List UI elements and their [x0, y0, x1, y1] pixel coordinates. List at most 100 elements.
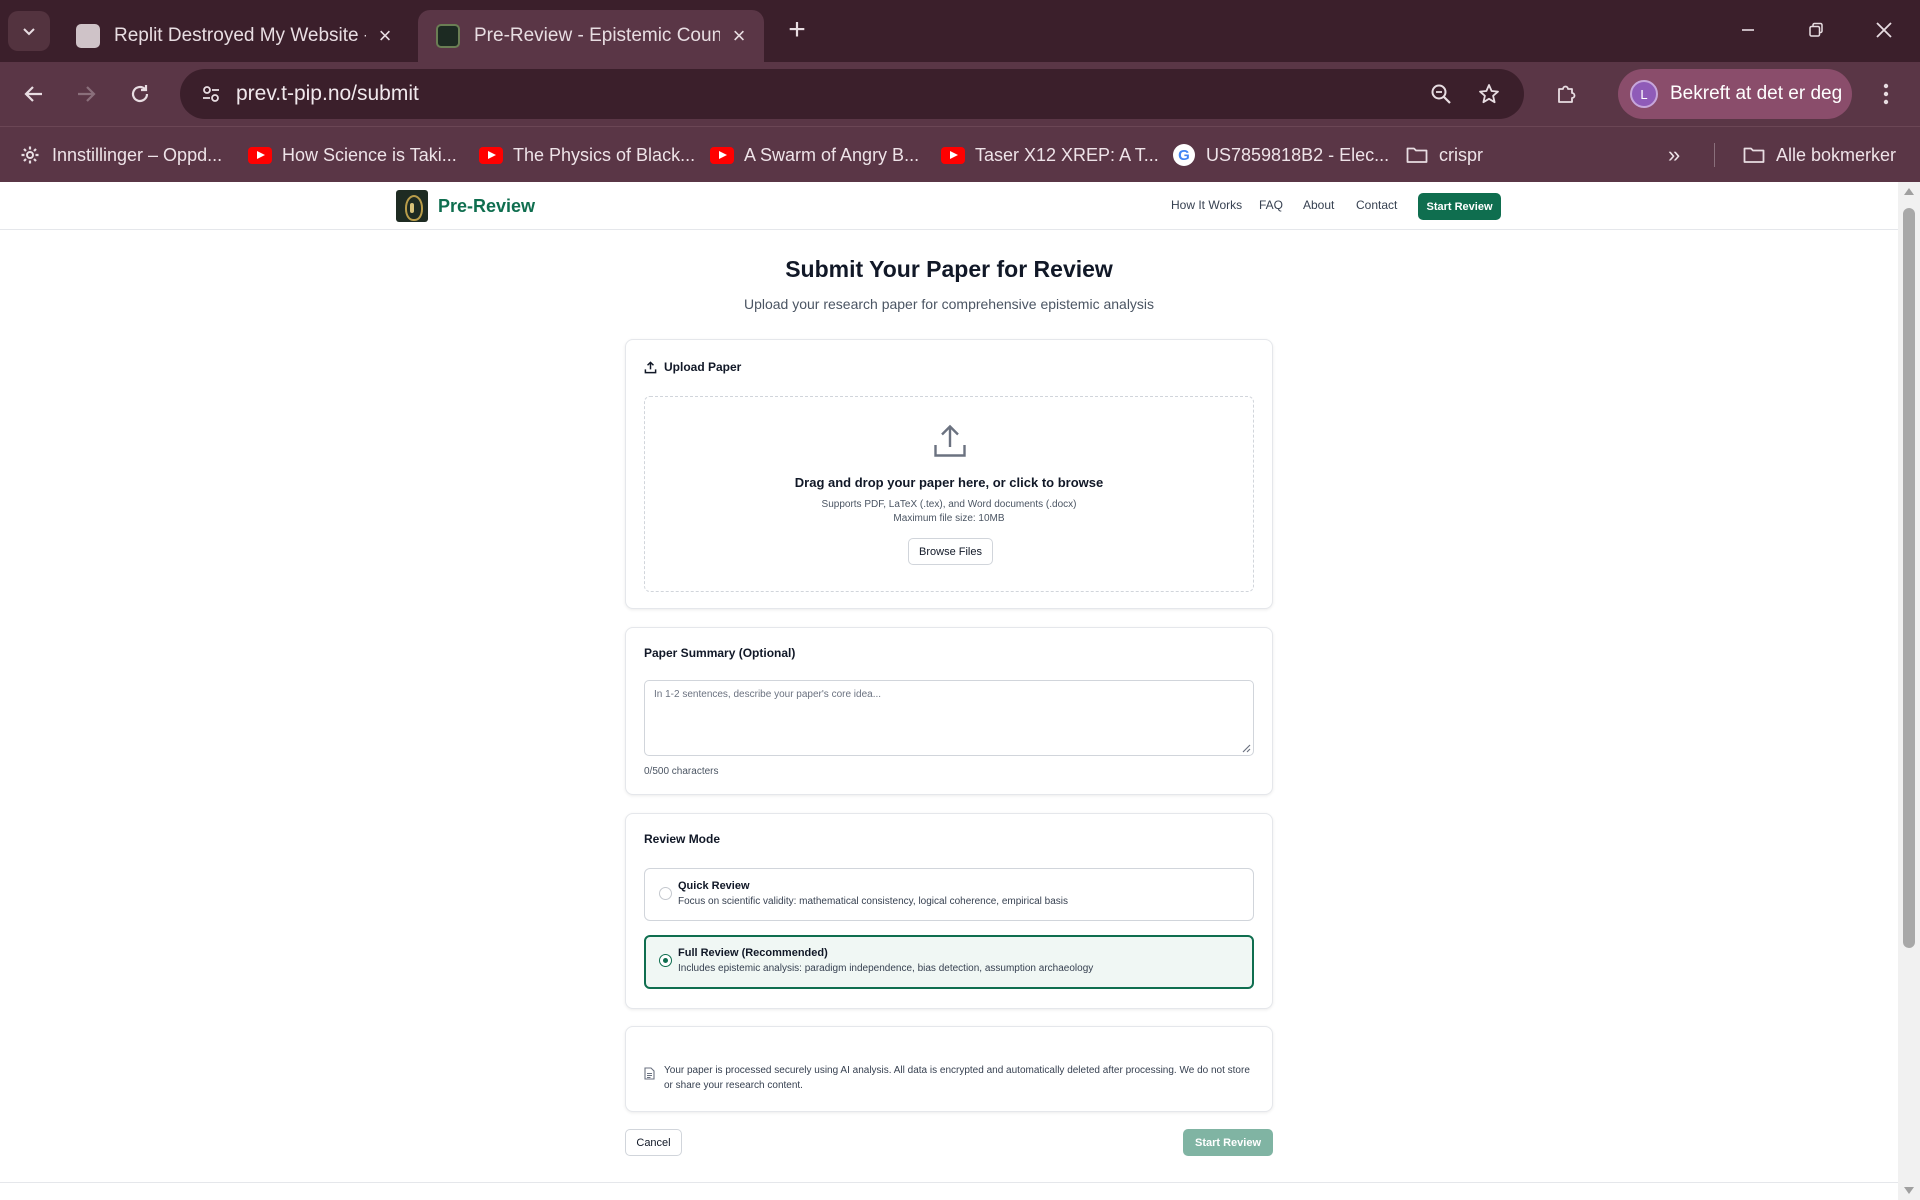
start-review-button[interactable]: Start Review: [1183, 1129, 1273, 1156]
close-tab-icon[interactable]: ×: [374, 23, 396, 49]
close-window-button[interactable]: [1862, 8, 1906, 52]
nav-about[interactable]: About: [1303, 198, 1334, 212]
max-file-size-text: Maximum file size: 10MB: [893, 513, 1005, 524]
review-mode-card: Review Mode Quick Review Focus on scient…: [625, 813, 1273, 1009]
header-start-review-button[interactable]: Start Review: [1418, 193, 1501, 220]
nav-contact[interactable]: Contact: [1356, 198, 1397, 212]
close-icon: [1876, 22, 1892, 38]
character-count: 0/500 characters: [644, 766, 719, 777]
chevron-down-icon: [23, 28, 35, 36]
nav-faq[interactable]: FAQ: [1259, 198, 1283, 212]
youtube-icon: [941, 145, 965, 165]
full-review-radio[interactable]: [659, 954, 672, 967]
summary-card: Paper Summary (Optional) In 1-2 sentence…: [625, 627, 1273, 795]
logo-icon: [396, 190, 428, 222]
tab-search-button[interactable]: [8, 11, 50, 51]
option-title: Quick Review: [678, 880, 750, 892]
back-button[interactable]: [12, 72, 56, 116]
reload-button[interactable]: [118, 72, 162, 116]
browser-chrome: Replit Destroyed My Website - Replit × P…: [0, 0, 1920, 182]
bookmark-item[interactable]: Innstillinger – Oppd...: [18, 139, 222, 171]
pre-review-favicon-icon: [436, 24, 460, 48]
web-page: Pre-Review How It Works FAQ About Contac…: [0, 182, 1898, 1200]
more-vertical-icon: [1883, 83, 1889, 105]
browser-menu-button[interactable]: [1868, 72, 1904, 116]
review-option-quick[interactable]: Quick Review Focus on scientific validit…: [644, 868, 1254, 921]
folder-icon: [1742, 145, 1766, 165]
plus-icon: +: [788, 13, 806, 46]
page-scrollbar[interactable]: [1898, 182, 1920, 1200]
reload-icon: [131, 85, 149, 103]
browser-toolbar: prev.t-pip.no/submit L Bekreft at det er…: [0, 62, 1920, 126]
upload-card: Upload Paper Drag and drop your paper he…: [625, 339, 1273, 609]
privacy-notice-card: Your paper is processed securely using A…: [625, 1026, 1273, 1112]
youtube-icon: [710, 145, 734, 165]
minimize-icon: [1742, 29, 1754, 31]
summary-textarea[interactable]: In 1-2 sentences, describe your paper's …: [644, 680, 1254, 756]
more-bookmarks-button[interactable]: »: [1668, 139, 1680, 171]
profile-label: Bekreft at det er deg: [1670, 83, 1843, 104]
file-dropzone[interactable]: Drag and drop your paper here, or click …: [644, 396, 1254, 592]
gear-icon: [18, 145, 42, 165]
forward-button[interactable]: [64, 72, 108, 116]
supported-formats-text: Supports PDF, LaTeX (.tex), and Word doc…: [821, 499, 1077, 510]
bookmark-star-icon[interactable]: [1472, 77, 1506, 111]
extensions-button[interactable]: [1544, 72, 1588, 116]
tab-title: Pre-Review - Epistemic Counter-Analysis: [474, 25, 720, 46]
nav-how-it-works[interactable]: How It Works: [1171, 198, 1242, 212]
option-description: Focus on scientific validity: mathematic…: [678, 896, 1068, 907]
arrow-right-icon: [78, 86, 96, 102]
bookmark-item[interactable]: The Physics of Black...: [479, 139, 695, 171]
tab-strip: Replit Destroyed My Website - Replit × P…: [0, 0, 1920, 62]
brand-name: Pre-Review: [438, 195, 536, 216]
bookmarks-bar: Innstillinger – Oppd... How Science is T…: [0, 126, 1920, 182]
arrow-left-icon: [24, 86, 42, 102]
bookmark-item[interactable]: G US7859818B2 - Elec...: [1172, 139, 1389, 171]
summary-card-title: Paper Summary (Optional): [644, 646, 796, 660]
bookmark-item[interactable]: A Swarm of Angry B...: [710, 139, 919, 171]
puzzle-icon: [1558, 85, 1576, 103]
dropzone-title: Drag and drop your paper here, or click …: [794, 475, 1104, 490]
address-bar[interactable]: prev.t-pip.no/submit: [180, 69, 1524, 119]
page-subtitle: Upload your research paper for comprehen…: [743, 296, 1155, 312]
new-tab-button[interactable]: +: [780, 13, 814, 47]
page-title: Submit Your Paper for Review: [785, 256, 1113, 282]
youtube-icon: [479, 145, 503, 165]
folder-icon: [1405, 145, 1429, 165]
tab-replit[interactable]: Replit Destroyed My Website - Replit ×: [58, 10, 410, 62]
zoom-icon[interactable]: [1424, 77, 1458, 111]
option-description: Includes epistemic analysis: paradigm in…: [678, 963, 1094, 974]
upload-cloud-icon: [934, 424, 966, 457]
document-icon: [644, 1067, 655, 1080]
minimize-button[interactable]: [1726, 8, 1770, 52]
replit-favicon-icon: [76, 24, 100, 48]
privacy-notice-text: Your paper is processed securely using A…: [664, 1065, 1250, 1091]
restore-icon: [1809, 22, 1823, 37]
quick-review-radio[interactable]: [659, 887, 672, 900]
profile-button[interactable]: L Bekreft at det er deg: [1618, 69, 1852, 119]
browse-files-button[interactable]: Browse Files: [908, 538, 993, 565]
restore-button[interactable]: [1794, 8, 1838, 52]
tab-pre-review[interactable]: Pre-Review - Epistemic Counter-Analysis …: [418, 10, 764, 62]
bookmark-item[interactable]: How Science is Taki...: [248, 139, 457, 171]
tab-title: Replit Destroyed My Website - Replit: [114, 25, 366, 46]
bookmark-item[interactable]: Taser X12 XREP: A T...: [941, 139, 1159, 171]
footer-divider: [0, 1182, 1898, 1183]
site-logo[interactable]: Pre-Review: [396, 190, 535, 222]
cancel-button[interactable]: Cancel: [625, 1129, 682, 1156]
review-mode-title: Review Mode: [644, 832, 721, 846]
upload-card-title: Upload Paper: [644, 360, 741, 374]
scroll-up-icon[interactable]: [1904, 188, 1914, 195]
resize-grip-icon[interactable]: [1241, 743, 1251, 753]
avatar: L: [1630, 80, 1658, 108]
review-option-full[interactable]: Full Review (Recommended) Includes epist…: [644, 935, 1254, 989]
scrollbar-thumb[interactable]: [1903, 208, 1915, 948]
all-bookmarks-button[interactable]: Alle bokmerker: [1742, 139, 1896, 171]
scroll-down-icon[interactable]: [1904, 1187, 1914, 1194]
site-settings-icon[interactable]: [194, 77, 228, 111]
summary-placeholder: In 1-2 sentences, describe your paper's …: [654, 689, 882, 700]
bookmarks-divider: [1714, 143, 1715, 167]
close-tab-icon[interactable]: ×: [728, 23, 750, 49]
upload-icon: [644, 360, 657, 373]
bookmark-folder[interactable]: crispr: [1405, 139, 1483, 171]
